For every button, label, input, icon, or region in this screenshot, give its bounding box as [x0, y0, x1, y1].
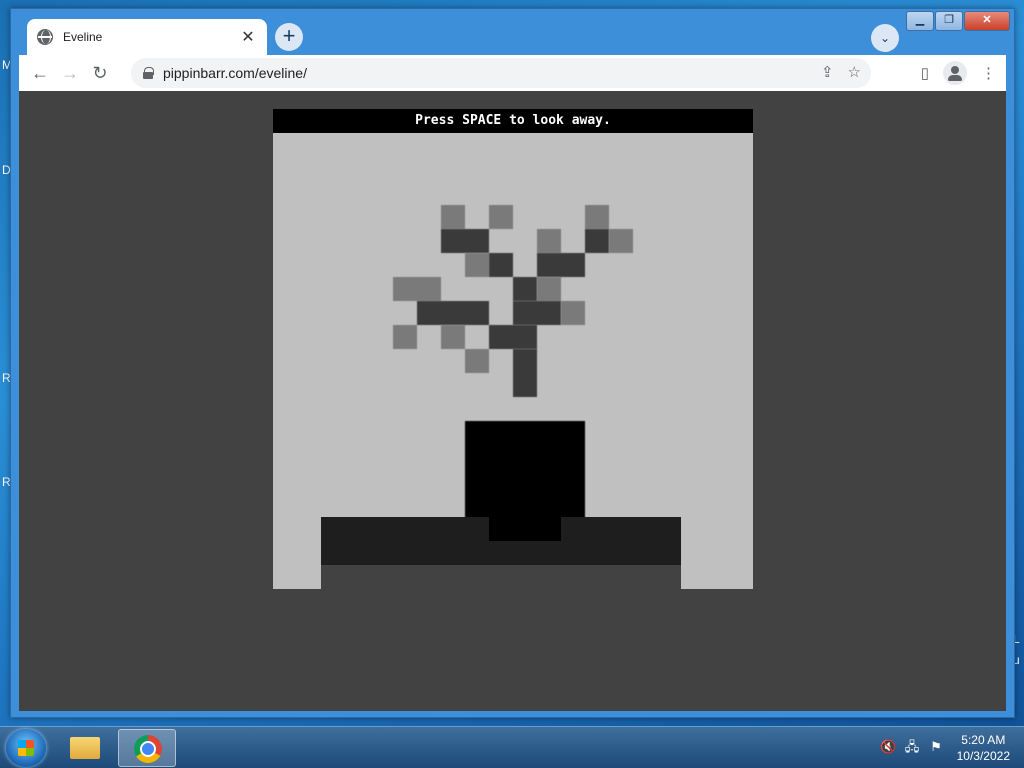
window-controls: ▁ ❐ ✕ [905, 11, 1010, 31]
title-bar[interactable]: Eveline ✕ + ⌄ ▁ ❐ ✕ [11, 9, 1014, 55]
action-center-icon[interactable]: ⚑ [928, 739, 944, 755]
plant-leaf [489, 205, 513, 229]
maximize-button[interactable]: ❐ [935, 11, 963, 31]
lock-icon[interactable] [143, 67, 154, 79]
plant-branch [489, 325, 537, 349]
taskbar: 🔇 🖧 ⚑ 5:20 AM 10/3/2022 [0, 726, 1024, 768]
folder-icon [70, 737, 100, 759]
plant-branch [489, 253, 513, 277]
plant-leaf [561, 301, 585, 325]
clock[interactable]: 5:20 AM 10/3/2022 [957, 732, 1010, 764]
browser-toolbar: ← → ↻ pippinbarr.com/eveline/ ⇪ ☆ ▯ ⋮ [19, 55, 1006, 91]
menu-kebab-icon[interactable]: ⋮ [981, 64, 996, 82]
game-canvas[interactable]: Press SPACE to look away. [273, 109, 753, 589]
file-explorer-button[interactable] [56, 729, 114, 767]
speaker-muted-icon[interactable]: 🔇 [880, 739, 896, 755]
minimize-button[interactable]: ▁ [906, 11, 934, 31]
clock-time: 5:20 AM [961, 733, 1006, 747]
plant-leaf [465, 253, 489, 277]
tab-eveline[interactable]: Eveline ✕ [27, 19, 267, 55]
clock-date: 10/3/2022 [956, 749, 1010, 763]
pot-base [489, 517, 561, 541]
tab-search-button[interactable]: ⌄ [871, 24, 899, 52]
plant-stem [513, 277, 537, 301]
system-tray: 🔇 🖧 ⚑ [880, 739, 944, 755]
profile-avatar[interactable] [943, 61, 967, 85]
plant-leaf [393, 277, 441, 301]
plant-leaf [441, 205, 465, 229]
plant-branch [513, 301, 561, 325]
side-panel-icon[interactable]: ▯ [921, 64, 929, 82]
game-message: Press SPACE to look away. [273, 109, 753, 133]
plant-branch [537, 253, 585, 277]
address-bar[interactable]: pippinbarr.com/eveline/ ⇪ ☆ [131, 58, 871, 88]
plant-leaf [465, 349, 489, 373]
share-icon[interactable]: ⇪ [821, 63, 834, 81]
globe-icon [37, 29, 53, 45]
plant-branch [441, 229, 489, 253]
chrome-window: Eveline ✕ + ⌄ ▁ ❐ ✕ ← → ↻ pippinbarr.com… [10, 8, 1015, 718]
plant-branch [417, 301, 489, 325]
bookmark-star-icon[interactable]: ☆ [848, 63, 861, 81]
url-text[interactable]: pippinbarr.com/eveline/ [163, 65, 307, 81]
tab-close-icon[interactable]: ✕ [239, 27, 257, 47]
new-tab-button[interactable]: + [275, 23, 303, 51]
forward-button[interactable]: → [55, 63, 85, 84]
plant-leaf [441, 325, 465, 349]
table-front [321, 565, 681, 589]
plant-stem [513, 349, 537, 397]
start-button[interactable] [6, 729, 46, 767]
tab-title: Eveline [63, 30, 103, 44]
reload-button[interactable]: ↻ [85, 63, 115, 84]
plant-leaf [609, 229, 633, 253]
network-icon[interactable]: 🖧 [904, 739, 920, 755]
chrome-icon [134, 735, 162, 763]
plant-leaf [537, 277, 561, 301]
close-window-button[interactable]: ✕ [964, 11, 1010, 31]
page-content: Press SPACE to look away. [19, 91, 1006, 711]
back-button[interactable]: ← [25, 63, 55, 84]
plant-leaf [537, 229, 561, 253]
plant-leaf [585, 205, 609, 229]
plant-branch [585, 229, 609, 253]
chrome-taskbar-button[interactable] [118, 729, 176, 767]
plant-leaf [393, 325, 417, 349]
